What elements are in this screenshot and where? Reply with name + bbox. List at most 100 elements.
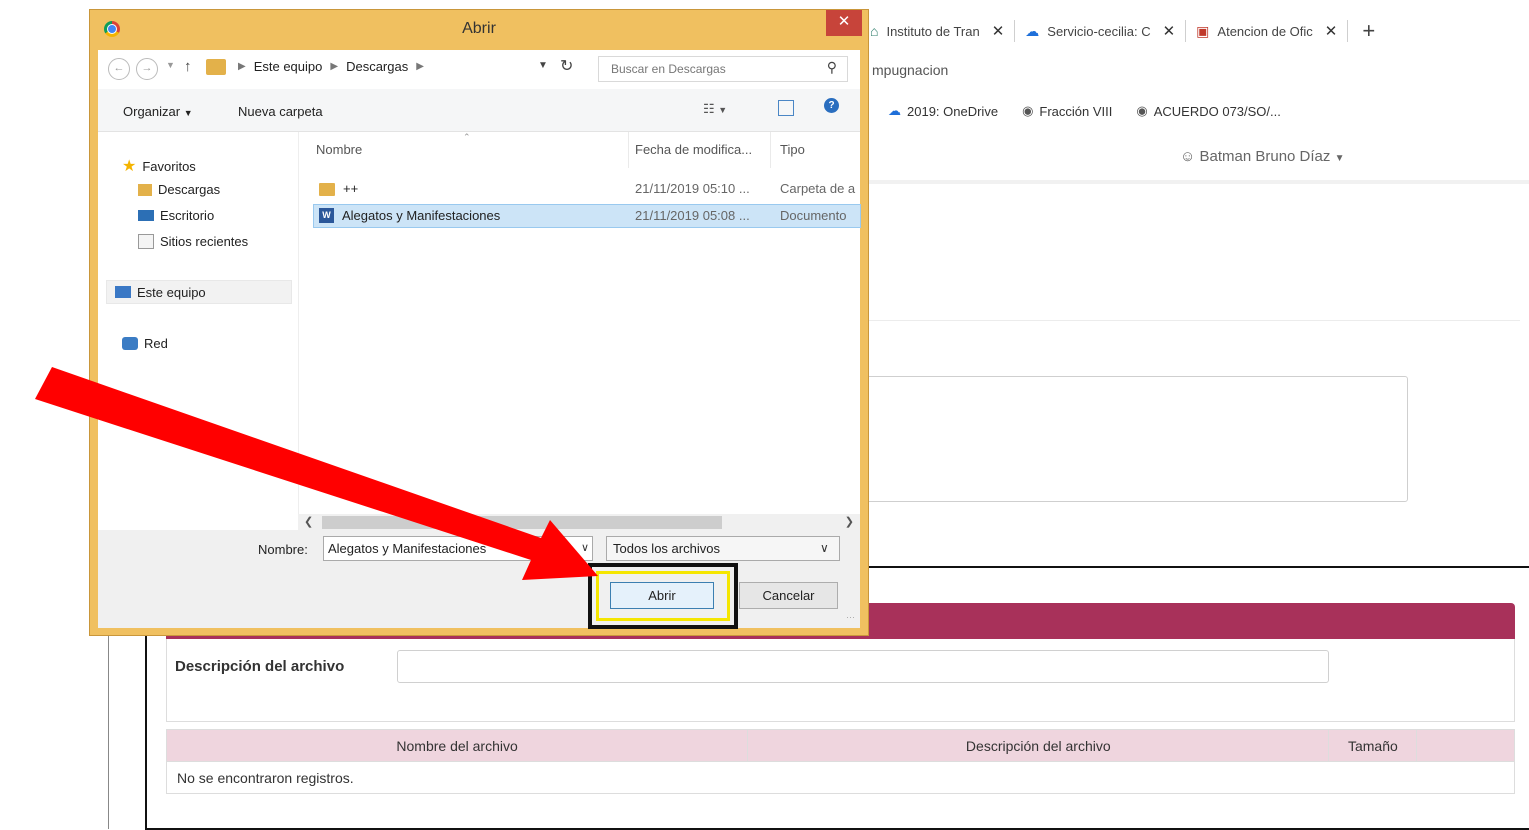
search-input[interactable]: Buscar en Descargas ⚲ xyxy=(598,56,848,82)
chevron-down-icon[interactable]: ▼ xyxy=(538,60,548,71)
organize-label: Organizar xyxy=(123,104,181,119)
file-row[interactable]: ++ 21/11/2019 05:10 ... Carpeta de a xyxy=(313,178,861,202)
cancel-button[interactable]: Cancelar xyxy=(739,582,838,609)
sort-up-icon: ⌃ xyxy=(463,132,471,142)
empty-table-message: No se encontraron registros. xyxy=(166,761,1515,794)
user-icon: ☺ xyxy=(1180,148,1196,165)
browser-tab-servicio[interactable]: ☁ Servicio-cecilia: C ✕ xyxy=(1015,12,1185,50)
observations-textarea[interactable] xyxy=(862,376,1408,502)
recent-locations-icon[interactable]: ▼ xyxy=(166,60,175,70)
scroll-left-icon[interactable]: ❮ xyxy=(304,515,313,528)
word-document-icon: W xyxy=(319,208,334,223)
file-name: ++ xyxy=(343,181,359,196)
view-options-icon[interactable]: ☷ ▼ xyxy=(703,101,727,117)
house-icon: ⌂ xyxy=(870,23,879,39)
column-separator xyxy=(628,132,629,168)
tab-title: Servicio-cecilia: C xyxy=(1047,23,1151,39)
breadcrumb-downloads[interactable]: Descargas xyxy=(346,59,408,74)
horizontal-scrollbar[interactable]: ❮ ❯ xyxy=(298,514,860,531)
page-left-border xyxy=(108,636,109,829)
preview-pane-icon[interactable] xyxy=(778,100,794,116)
files-table: Nombre del archivo Descripción del archi… xyxy=(165,729,1515,794)
folder-icon xyxy=(319,183,335,196)
description-input[interactable] xyxy=(397,650,1329,683)
resize-grip-icon[interactable]: ⋯ xyxy=(846,612,855,623)
chevron-down-icon[interactable]: ∨ xyxy=(820,536,829,561)
scroll-right-icon[interactable]: ❯ xyxy=(845,515,854,528)
file-row-selected[interactable]: W Alegatos y Manifestaciones 21/11/2019 … xyxy=(313,204,861,228)
browser-tab-instituto[interactable]: ⌂ Instituto de Tran ✕ xyxy=(860,12,1014,50)
navigation-pane: ★ Favoritos Descargas Escritorio Sitios … xyxy=(98,132,299,530)
nav-recent[interactable]: Sitios recientes xyxy=(138,234,248,249)
new-tab-icon[interactable]: + xyxy=(1348,18,1389,44)
highlight-inner-border xyxy=(596,571,730,621)
caret-down-icon: ▼ xyxy=(183,108,193,118)
computer-icon xyxy=(115,286,131,298)
file-type: Carpeta de a xyxy=(780,181,856,196)
new-folder-button[interactable]: Nueva carpeta xyxy=(238,104,323,119)
open-button-highlight xyxy=(588,563,738,629)
column-type[interactable]: Tipo xyxy=(780,142,805,157)
downloads-folder-icon xyxy=(138,183,152,196)
bookmark-acuerdo[interactable]: ◉ ACUERDO 073/SO/... xyxy=(1136,103,1281,119)
search-placeholder: Buscar en Descargas xyxy=(611,62,726,76)
back-icon[interactable]: ← xyxy=(108,58,130,80)
browser-tab-atencion[interactable]: ▣ Atencion de Ofic ✕ xyxy=(1186,12,1347,50)
close-tab-icon[interactable]: ✕ xyxy=(992,22,1005,40)
file-date: 21/11/2019 05:10 ... xyxy=(635,181,750,196)
nav-network[interactable]: Red xyxy=(122,336,168,351)
address-bar-text[interactable]: mpugnacion xyxy=(872,62,948,78)
desktop-icon xyxy=(138,210,154,221)
header-divider xyxy=(860,180,1529,184)
bookmark-label: ACUERDO 073/SO/... xyxy=(1153,103,1281,119)
column-header-description[interactable]: Descripción del archivo xyxy=(747,729,1330,762)
content-divider xyxy=(860,320,1520,321)
globe-icon: ◉ xyxy=(1022,103,1034,118)
nav-label: Escritorio xyxy=(160,208,215,223)
nav-downloads[interactable]: Descargas xyxy=(138,182,220,197)
description-label: Descripción del archivo xyxy=(175,658,345,675)
bookmark-label: 2019: OneDrive xyxy=(907,103,999,119)
file-date: 21/11/2019 05:08 ... xyxy=(635,208,750,223)
nav-label: Este equipo xyxy=(137,284,206,300)
chevron-right-icon: ▶ xyxy=(416,61,424,72)
organize-menu[interactable]: Organizar ▼ xyxy=(123,104,193,119)
nav-favorites[interactable]: ★ Favoritos xyxy=(122,156,196,176)
bookmark-onedrive[interactable]: ☁ 2019: OneDrive xyxy=(888,103,998,119)
filename-input[interactable]: Alegatos y Manifestaciones xyxy=(323,536,593,561)
close-tab-icon[interactable]: ✕ xyxy=(1325,22,1338,40)
forward-icon[interactable]: → xyxy=(136,58,158,80)
help-icon[interactable]: ? xyxy=(824,98,839,113)
dialog-title: Abrir xyxy=(462,20,496,37)
open-file-dialog: Abrir ✕ ← → ▼ ↑ ▶ Este equipo ▶ Descarga… xyxy=(90,10,868,635)
column-date[interactable]: Fecha de modifica... xyxy=(635,142,752,157)
cloud-icon: ☁ xyxy=(1025,22,1040,39)
chevron-down-icon[interactable]: ∨ xyxy=(576,536,594,561)
dialog-close-button[interactable]: ✕ xyxy=(826,10,862,36)
browser-tab-strip: ⌂ Instituto de Tran ✕ ☁ Servicio-cecilia… xyxy=(860,12,1529,50)
column-name[interactable]: Nombre xyxy=(316,142,362,157)
nav-this-pc[interactable]: Este equipo xyxy=(106,280,292,304)
chevron-right-icon: ▶ xyxy=(330,61,339,72)
breadcrumb[interactable]: ▶ Este equipo ▶ Descargas ▶ xyxy=(238,59,424,74)
file-type-filter[interactable]: Todos los archivos xyxy=(606,536,840,561)
user-menu[interactable]: ☺ Batman Bruno Díaz ▼ xyxy=(1180,148,1344,165)
refresh-icon[interactable]: ↻ xyxy=(560,56,573,76)
file-type: Documento xyxy=(780,208,847,223)
app-icon: ▣ xyxy=(1196,22,1210,39)
search-icon: ⚲ xyxy=(826,59,837,75)
up-arrow-icon[interactable]: ↑ xyxy=(184,58,192,75)
dialog-client-area: ← → ▼ ↑ ▶ Este equipo ▶ Descargas ▶ ▼ ↻ … xyxy=(98,50,861,628)
breadcrumb-this-pc[interactable]: Este equipo xyxy=(254,59,323,74)
nav-desktop[interactable]: Escritorio xyxy=(138,208,214,223)
column-header-name[interactable]: Nombre del archivo xyxy=(165,729,749,762)
globe-icon: ◉ xyxy=(1136,103,1148,118)
dialog-footer: Nombre: Alegatos y Manifestaciones ∨ Tod… xyxy=(98,530,860,628)
filename-label: Nombre: xyxy=(258,542,308,557)
scrollbar-thumb[interactable] xyxy=(322,516,722,529)
column-separator xyxy=(770,132,771,168)
column-header-size[interactable]: Tamaño xyxy=(1328,729,1418,762)
chevron-right-icon: ▶ xyxy=(238,61,246,72)
close-tab-icon[interactable]: ✕ xyxy=(1163,22,1176,40)
bookmark-fraccion[interactable]: ◉ Fracción VIII xyxy=(1022,103,1112,119)
